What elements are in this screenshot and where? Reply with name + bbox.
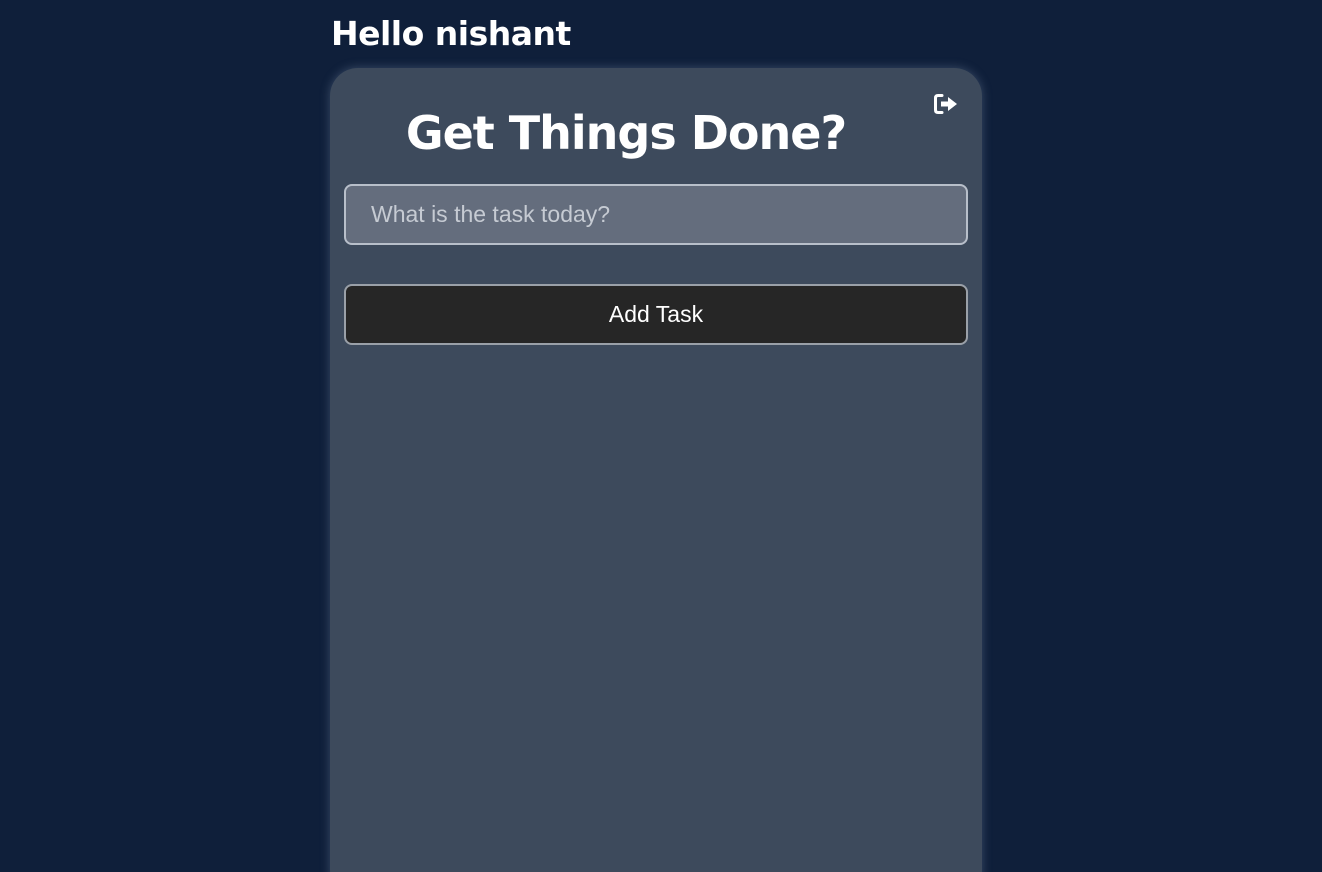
page: Hello nishant Get Things Done? Add Task	[0, 0, 1322, 872]
task-input[interactable]	[344, 184, 968, 245]
card-title: Get Things Done?	[405, 106, 847, 160]
todo-card: Get Things Done? Add Task	[330, 68, 982, 872]
logout-button[interactable]	[930, 90, 962, 118]
greeting-heading: Hello nishant	[331, 14, 571, 53]
sign-out-icon	[934, 94, 957, 114]
add-task-button[interactable]: Add Task	[344, 284, 968, 345]
